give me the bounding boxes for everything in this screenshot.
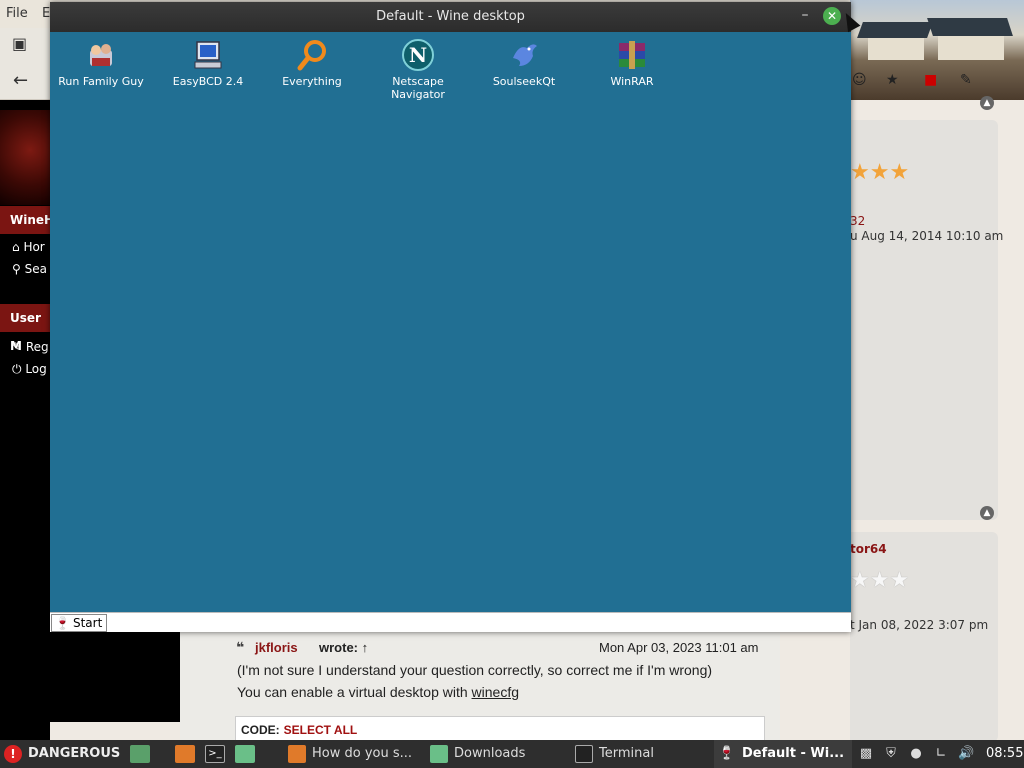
menu-file[interactable]: File xyxy=(6,6,28,21)
warning-icon: ! xyxy=(4,744,22,763)
ublock-icon[interactable]: ■ xyxy=(924,72,937,88)
folder-icon xyxy=(430,744,448,763)
netscape-icon: N xyxy=(402,39,434,71)
winrar-icon xyxy=(619,41,645,69)
wine-desktop-window: Default - Wine desktop – ✕ Run Family Gu… xyxy=(50,2,851,632)
desktop-icon-run-family-guy[interactable]: Run Family Guy xyxy=(51,38,151,88)
code-label: CODE: xyxy=(241,723,280,737)
desktop-icon-label: Run Family Guy xyxy=(58,75,144,88)
volume-icon[interactable]: 🔊 xyxy=(958,746,974,762)
task-browser[interactable]: How do you s... xyxy=(284,740,422,768)
show-desktop-icon[interactable] xyxy=(130,745,150,763)
wine-section-label: WineH xyxy=(0,206,54,234)
user-menu-label: User M xyxy=(0,304,50,353)
forum-sidebar: WineH ⌂ Hor ⚲ Sea User M ✎ Reg ⏻ Log xyxy=(0,100,54,740)
extension-icon-1[interactable]: ☺ xyxy=(852,72,867,88)
clock: 08:55 xyxy=(986,746,1024,761)
quote-icon: ❝ xyxy=(236,640,245,656)
task-terminal[interactable]: Terminal xyxy=(571,740,709,768)
wine-glass-icon: 🍷 xyxy=(718,745,736,761)
rank-stars: ★★★ xyxy=(850,160,910,185)
post-text-line-2: You can enable a virtual desktop with wi… xyxy=(237,684,519,700)
start-button[interactable]: 🍷 Start xyxy=(51,614,108,632)
easybcd-icon xyxy=(194,41,222,69)
user-name-fragment[interactable]: tor64 xyxy=(850,542,887,556)
menu-edit[interactable]: E xyxy=(42,6,50,21)
wine-taskbar: 🍷 Start xyxy=(50,612,851,632)
task-wine-desktop[interactable]: 🍷 Default - Wi... xyxy=(714,740,852,768)
wine-desktop-area[interactable]: Run Family Guy EasyBCD 2.4 Everything N … xyxy=(50,32,851,612)
desktop-icon-netscape[interactable]: N Netscape Navigator xyxy=(368,38,468,101)
close-icon: ✕ xyxy=(826,9,838,23)
shield-icon[interactable]: ⛨ xyxy=(883,746,899,762)
wine-logo-image xyxy=(0,110,50,205)
scroll-top-icon[interactable]: ▲ xyxy=(980,96,994,110)
terminal-icon xyxy=(575,744,593,763)
desktop-icon-winrar[interactable]: WinRAR xyxy=(582,38,682,88)
everything-search-icon xyxy=(297,40,326,71)
extension-icon-2[interactable]: ★ xyxy=(886,72,899,88)
terminal-launcher-icon[interactable]: >_ xyxy=(205,745,225,763)
family-guy-icon xyxy=(90,44,112,66)
post-author[interactable]: jkfloris xyxy=(255,640,298,655)
back-arrow-icon[interactable]: ← xyxy=(13,70,28,91)
sidebar-item-register[interactable]: ✎ Reg xyxy=(0,340,50,354)
desktop-icon-label: Netscape Navigator xyxy=(391,75,445,101)
page-margin xyxy=(50,632,180,722)
forum-post: ❝ jkfloris wrote: ↑ Mon Apr 03, 2023 11:… xyxy=(180,632,780,740)
post-wrote-label: wrote: ↑ xyxy=(319,640,369,655)
window-title: Default - Wine desktop xyxy=(376,9,525,24)
desktop-icon-label: EasyBCD 2.4 xyxy=(172,75,244,88)
firefox-launcher-icon[interactable] xyxy=(175,745,195,763)
post-date-fragment: u Aug 14, 2014 10:10 am xyxy=(850,229,1004,243)
task-downloads[interactable]: Downloads xyxy=(426,740,564,768)
soulseek-bird-icon xyxy=(513,44,537,66)
post-date: Mon Apr 03, 2023 11:01 am xyxy=(599,640,759,655)
desktop-icon-easybcd[interactable]: EasyBCD 2.4 xyxy=(158,38,258,88)
post-date-fragment: t Jan 08, 2022 3:07 pm xyxy=(850,618,989,632)
files-launcher-icon[interactable] xyxy=(235,745,255,763)
desktop-icon-soulseekqt[interactable]: SoulseekQt xyxy=(474,38,574,88)
system-taskbar: ! DANGEROUS >_ How do you s... Downloads … xyxy=(0,740,1024,768)
browser-extension-icons: ☺ ★ ■ ✎ xyxy=(850,72,1024,92)
wine-titlebar[interactable]: Default - Wine desktop – ✕ xyxy=(50,2,851,32)
rank-stars: ★★★ xyxy=(850,568,910,593)
sidebar-item-login[interactable]: ⏻ Log xyxy=(0,362,50,377)
winecfg-link[interactable]: winecfg xyxy=(472,684,519,700)
desktop-icon-everything[interactable]: Everything xyxy=(262,38,362,88)
close-button[interactable]: ✕ xyxy=(823,7,841,25)
user-name-fragment[interactable]: 32 xyxy=(850,214,865,228)
svg-text:N: N xyxy=(409,43,427,67)
user-card-1: ★★★ 32 u Aug 14, 2014 10:10 am xyxy=(850,120,1003,520)
sidebar-item-home[interactable]: ⌂ Hor xyxy=(0,240,50,254)
desktop-icon-label: WinRAR xyxy=(610,75,654,88)
firefox-icon xyxy=(288,744,306,763)
minimize-button[interactable]: – xyxy=(796,7,814,25)
user-card-2: tor64 ★★★ t Jan 08, 2022 3:07 pm xyxy=(850,532,998,740)
network-icon[interactable]: ∟ xyxy=(933,746,949,762)
start-label: Start xyxy=(72,616,103,630)
desktop-icon-label: Everything xyxy=(282,75,342,88)
tab-overview-icon[interactable]: ▣ xyxy=(12,34,27,53)
forum-side-panel: ▲ ★★★ 32 u Aug 14, 2014 10:10 am ▲ tor64… xyxy=(850,96,1024,740)
select-all-link[interactable]: SELECT ALL xyxy=(284,723,358,737)
code-box: CODE: SELECT ALL xyxy=(235,716,765,740)
dangerous-indicator[interactable]: ! DANGEROUS xyxy=(4,740,120,768)
desktop-icon-label: SoulseekQt xyxy=(492,75,556,88)
extension-icon-4[interactable]: ✎ xyxy=(960,72,972,88)
scroll-top-icon[interactable]: ▲ xyxy=(980,506,994,520)
wine-glass-icon: 🍷 xyxy=(55,616,70,630)
sidebar-item-search[interactable]: ⚲ Sea xyxy=(0,262,50,276)
clipboard-icon[interactable]: ▩ xyxy=(858,746,874,762)
post-text-line-1: (I'm not sure I understand your question… xyxy=(237,662,713,678)
user-icon[interactable]: ● xyxy=(908,746,924,762)
